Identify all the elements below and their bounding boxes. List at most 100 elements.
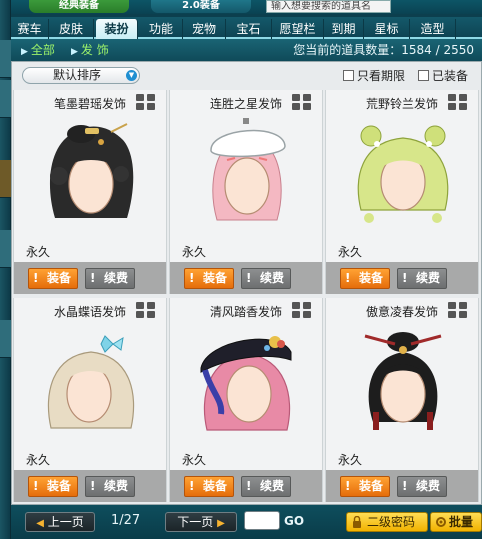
equipped-only-checkbox[interactable]: 已装备 xyxy=(418,69,468,83)
card-actions: ! 装备 ! 续费 xyxy=(326,262,478,294)
grid-view-icon[interactable] xyxy=(136,94,156,112)
equip-button[interactable]: ! 装备 xyxy=(340,268,390,289)
equip-button[interactable]: ! 装备 xyxy=(184,268,234,289)
item-card[interactable]: 水晶蝶语发饰 永久 ! 装备 ! 续费 xyxy=(13,298,167,502)
tab-expiring[interactable]: 到期 xyxy=(324,19,364,39)
tab-pet[interactable]: 宠物 xyxy=(183,19,226,39)
prev-page-label: 上一页 xyxy=(47,515,84,529)
page-number-input[interactable] xyxy=(244,511,280,530)
sort-dropdown[interactable]: 默认排序 ▼ xyxy=(22,67,140,84)
filter-all-link[interactable]: ▶ 全部 xyxy=(21,42,55,60)
item-count-text: 您当前的道具数量：1584 / 2550 xyxy=(293,43,474,57)
top-bar: 经典装备 2.0装备 输入想要搜索的道具名 xyxy=(11,0,482,14)
item-card[interactable]: 清风踏香发饰 永久 ! 装备 ! 续费 xyxy=(169,298,323,502)
equip-button[interactable]: ! 装备 xyxy=(28,476,78,497)
renew-button[interactable]: ! 续费 xyxy=(85,476,135,497)
item-card[interactable]: 连胜之星发饰 永久 ! 装备 ! 续费 xyxy=(169,90,323,294)
secondary-password-label: 二级密码 xyxy=(367,515,416,529)
exclamation-icon: ! xyxy=(402,479,408,493)
grid-view-icon[interactable] xyxy=(448,302,468,320)
sub-category-bar: ▶ 全部 ▶ 发 饰 您当前的道具数量：1584 / 2550 xyxy=(11,39,482,61)
lock-icon xyxy=(353,516,361,528)
expiring-only-label: 只看期限 xyxy=(357,69,406,83)
page-indicator: 1/27 xyxy=(111,513,141,528)
arrow-right-icon: ▶ xyxy=(21,47,28,57)
hair-accessory-preview xyxy=(49,123,134,218)
tab-gem[interactable]: 宝石 xyxy=(226,19,272,39)
tab-starred[interactable]: 星标 xyxy=(364,19,410,39)
renew-button[interactable]: ! 续费 xyxy=(85,268,135,289)
tab-wishlist[interactable]: 愿望栏 xyxy=(272,19,324,39)
next-page-button[interactable]: 下一页 ▶ xyxy=(165,512,237,532)
batch-button[interactable]: 批量 xyxy=(430,512,482,532)
item-card[interactable]: 笔墨碧瑶发饰 永久 ! 装备 ! 续费 xyxy=(13,90,167,294)
tab-styling[interactable]: 造型 xyxy=(410,19,456,39)
search-input[interactable]: 输入想要搜索的道具名 xyxy=(266,0,391,13)
tab-racing-car[interactable]: 赛车 xyxy=(11,19,49,39)
tab-skin[interactable]: 皮肤 xyxy=(49,19,94,39)
tab-v2-equipment[interactable]: 2.0装备 xyxy=(151,0,251,13)
inventory-panel: 默认排序 ▼ 只看期限 已装备 笔墨碧瑶发饰 永久 ! 装备 ! 续费 连胜之星… xyxy=(11,61,482,505)
exclamation-icon: ! xyxy=(189,479,195,493)
item-duration: 永久 xyxy=(182,245,207,259)
checkbox-box[interactable] xyxy=(343,70,354,81)
item-card[interactable]: 荒野铃兰发饰 永久 ! 装备 ! 续费 xyxy=(325,90,479,294)
renew-button[interactable]: ! 续费 xyxy=(397,476,447,497)
item-card[interactable]: 傲意凌春发饰 永久 ! 装备 ! 续费 xyxy=(325,298,479,502)
prev-page-button[interactable]: ◀ 上一页 xyxy=(25,512,95,532)
hair-accessory-preview xyxy=(200,336,292,431)
item-name: 傲意凌春发饰 xyxy=(365,305,438,319)
exclamation-icon: ! xyxy=(246,479,252,493)
exclamation-icon: ! xyxy=(246,271,252,285)
secondary-password-button[interactable]: 二级密码 xyxy=(346,512,428,532)
side-tab-2[interactable] xyxy=(0,80,11,118)
equip-button[interactable]: ! 装备 xyxy=(340,476,390,497)
expiring-only-checkbox[interactable]: 只看期限 xyxy=(343,69,405,83)
arrow-right-icon: ▶ xyxy=(217,518,225,529)
grid-view-icon[interactable] xyxy=(292,302,312,320)
card-actions: ! 装备 ! 续费 xyxy=(170,262,322,294)
side-tab-3[interactable] xyxy=(0,160,11,198)
item-name: 水晶蝶语发饰 xyxy=(53,305,126,319)
item-duration: 永久 xyxy=(182,453,207,467)
filter-accessory-link[interactable]: ▶ 发 饰 xyxy=(71,42,109,60)
renew-button[interactable]: ! 续费 xyxy=(241,476,291,497)
equipped-only-label: 已装备 xyxy=(432,69,469,83)
equip-button[interactable]: ! 装备 xyxy=(28,268,78,289)
equip-button[interactable]: ! 装备 xyxy=(184,476,234,497)
side-tab-4[interactable] xyxy=(0,230,11,268)
pagination-bar: ◀ 上一页 1/27 下一页 ▶ GO 二级密码 批量 xyxy=(11,505,482,539)
item-name: 荒野铃兰发饰 xyxy=(365,97,438,111)
exclamation-icon: ! xyxy=(90,479,96,493)
side-tab-1[interactable] xyxy=(0,40,11,78)
exclamation-icon: ! xyxy=(189,271,195,285)
tab-classic-equipment[interactable]: 经典装备 xyxy=(29,0,129,13)
category-tab-bar: 赛车 皮肤 装扮 功能 宠物 宝石 愿望栏 到期 星标 造型 xyxy=(11,17,482,39)
hair-accessory-preview xyxy=(364,332,442,430)
renew-button[interactable]: ! 续费 xyxy=(241,268,291,289)
card-actions: ! 装备 ! 续费 xyxy=(326,470,478,502)
renew-button[interactable]: ! 续费 xyxy=(397,268,447,289)
sort-value: 默认排序 xyxy=(53,68,102,82)
item-duration: 永久 xyxy=(26,245,51,259)
arrow-left-icon: ◀ xyxy=(36,518,44,529)
item-duration: 永久 xyxy=(338,245,363,259)
grid-view-icon[interactable] xyxy=(448,94,468,112)
go-button[interactable]: GO xyxy=(284,514,304,528)
tab-function[interactable]: 功能 xyxy=(140,19,183,39)
left-side-strip xyxy=(0,0,11,539)
exclamation-icon: ! xyxy=(402,271,408,285)
tab-outfit[interactable]: 装扮 xyxy=(96,19,138,39)
filter-all-label: 全部 xyxy=(30,43,55,57)
grid-view-icon[interactable] xyxy=(136,302,156,320)
exclamation-icon: ! xyxy=(33,479,39,493)
item-name: 笔墨碧瑶发饰 xyxy=(53,97,126,111)
exclamation-icon: ! xyxy=(345,479,351,493)
grid-view-icon[interactable] xyxy=(292,94,312,112)
checkbox-box[interactable] xyxy=(418,70,429,81)
item-name: 连胜之星发饰 xyxy=(209,97,282,111)
gear-icon xyxy=(436,517,446,527)
side-tab-5[interactable] xyxy=(0,320,11,358)
card-actions: ! 装备 ! 续费 xyxy=(14,262,166,294)
card-actions: ! 装备 ! 续费 xyxy=(14,470,166,502)
